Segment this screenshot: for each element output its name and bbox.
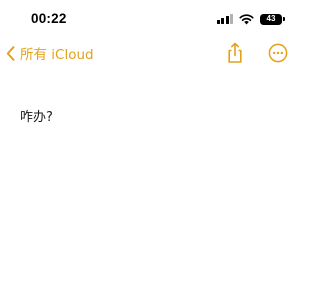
note-body-text[interactable]: 咋办? [20, 106, 53, 125]
ellipsis-circle-icon [268, 43, 288, 63]
more-button[interactable] [266, 41, 290, 65]
nav-bar: 所有 iCloud [0, 38, 300, 68]
status-icons: 43 [216, 12, 285, 26]
status-bar: 00:22 43 [0, 0, 300, 38]
battery-icon: 43 [260, 13, 285, 25]
status-time: 00:22 [31, 11, 67, 26]
chevron-left-icon [6, 45, 15, 61]
signal-icon [216, 14, 233, 24]
back-label: 所有 iCloud [20, 47, 94, 63]
share-icon [228, 42, 242, 63]
back-button[interactable]: 所有 iCloud [6, 43, 94, 63]
share-button[interactable] [223, 41, 247, 65]
battery-level: 43 [266, 14, 276, 23]
wifi-icon [239, 13, 254, 24]
